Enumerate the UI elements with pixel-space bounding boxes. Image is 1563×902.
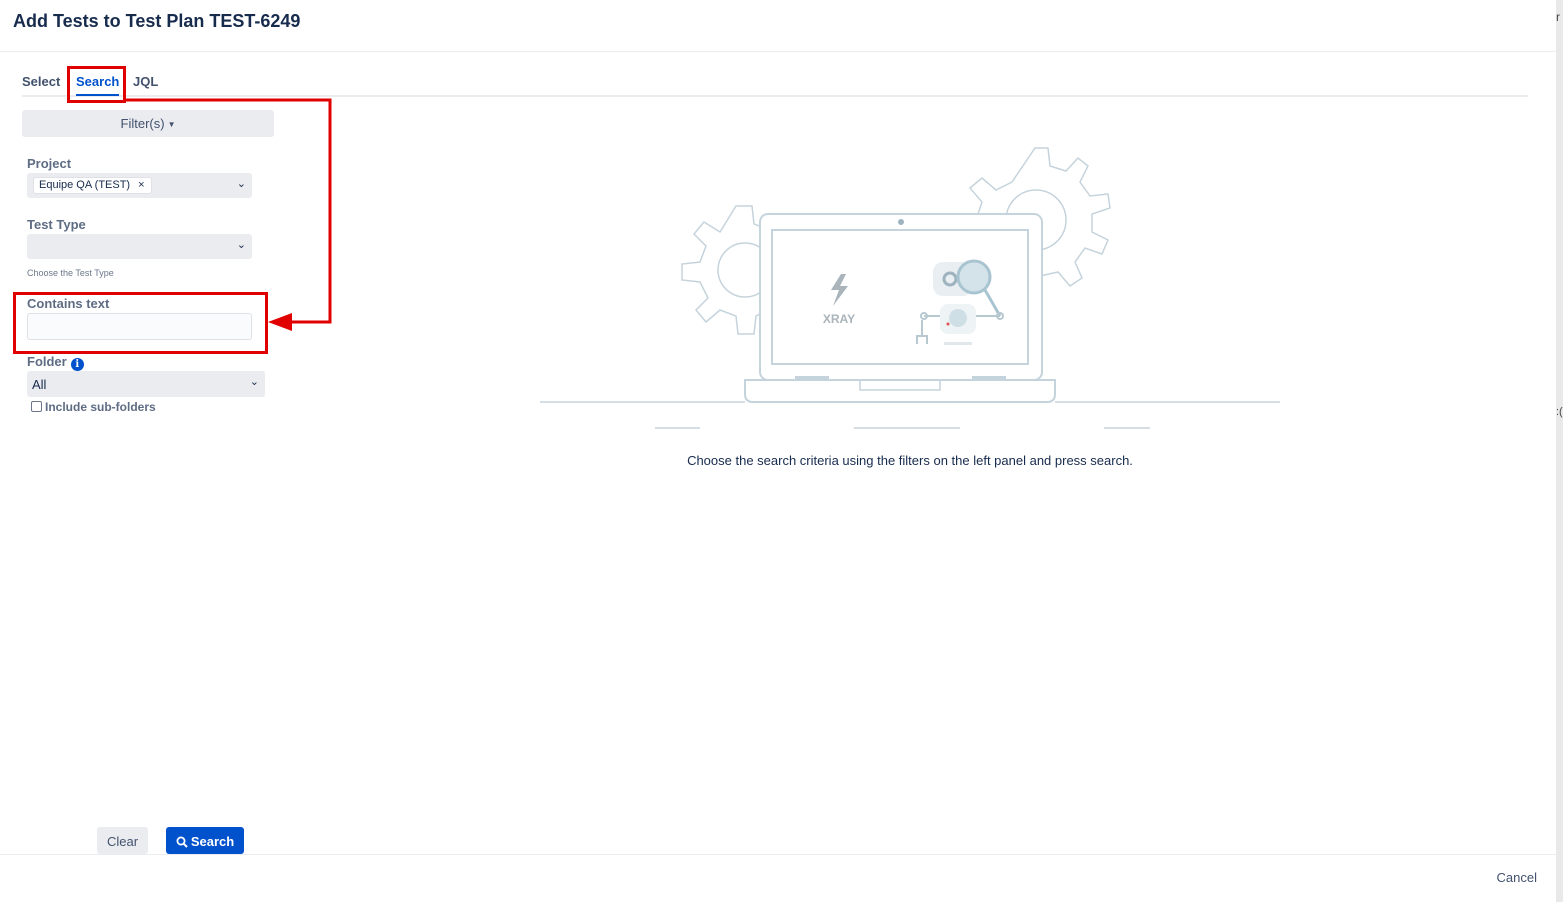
chevron-down-icon: ⌄ xyxy=(249,376,259,388)
dialog-footer: Cancel xyxy=(0,854,1556,902)
search-button-label: Search xyxy=(190,834,235,849)
folder-select[interactable]: All ⌄ xyxy=(27,371,265,397)
background-text-fragment: :( xyxy=(1556,406,1563,418)
clear-button[interactable]: Clear xyxy=(97,827,148,854)
include-subfolders-label[interactable]: Include sub-folders xyxy=(45,400,156,414)
include-subfolders-checkbox[interactable] xyxy=(31,401,42,412)
background-page-edge: r :( xyxy=(1556,0,1563,902)
xray-logo-text: XRAY xyxy=(823,312,855,326)
add-tests-dialog: Add Tests to Test Plan TEST-6249 Select … xyxy=(0,0,1556,902)
search-button[interactable]: Search xyxy=(166,827,244,854)
laptop-base xyxy=(744,379,1056,403)
folder-select-value: All xyxy=(32,377,47,392)
cancel-button[interactable]: Cancel xyxy=(1497,870,1537,885)
empty-state-message: Choose the search criteria using the fil… xyxy=(687,453,1133,468)
search-icon xyxy=(176,836,188,848)
background-text-fragment: r xyxy=(1556,10,1560,24)
empty-state-illustration: XRAY xyxy=(540,147,1280,429)
annotation-arrow xyxy=(124,98,332,331)
